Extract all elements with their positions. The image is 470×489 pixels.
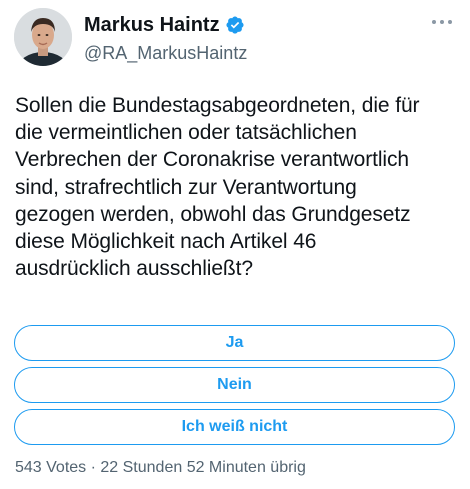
handle[interactable]: @RA_MarkusHaintz bbox=[84, 42, 247, 64]
display-name[interactable]: Markus Haintz bbox=[84, 13, 220, 37]
poll-option-ja[interactable]: Ja bbox=[14, 325, 455, 361]
poll-option-nein[interactable]: Nein bbox=[14, 367, 455, 403]
poll-option-ich-weiss-nicht[interactable]: Ich weiß nicht bbox=[14, 409, 455, 445]
verified-badge-icon bbox=[225, 15, 245, 35]
tweet-text: Sollen die Bundestagsabgeordneten, die f… bbox=[15, 94, 420, 281]
avatar-image bbox=[14, 8, 72, 66]
more-dot bbox=[432, 20, 436, 24]
more-dot bbox=[448, 20, 452, 24]
avatar[interactable] bbox=[14, 8, 72, 66]
poll: Ja Nein Ich weiß nicht bbox=[14, 325, 455, 451]
more-horizontal-icon[interactable] bbox=[432, 18, 454, 26]
name-row: Markus Haintz bbox=[84, 13, 245, 37]
more-dot bbox=[440, 20, 444, 24]
poll-meta: 543 Votes · 22 Stunden 52 Minuten übrig bbox=[15, 459, 306, 476]
tweet-header: Markus Haintz @RA_MarkusHaintz bbox=[14, 8, 456, 66]
